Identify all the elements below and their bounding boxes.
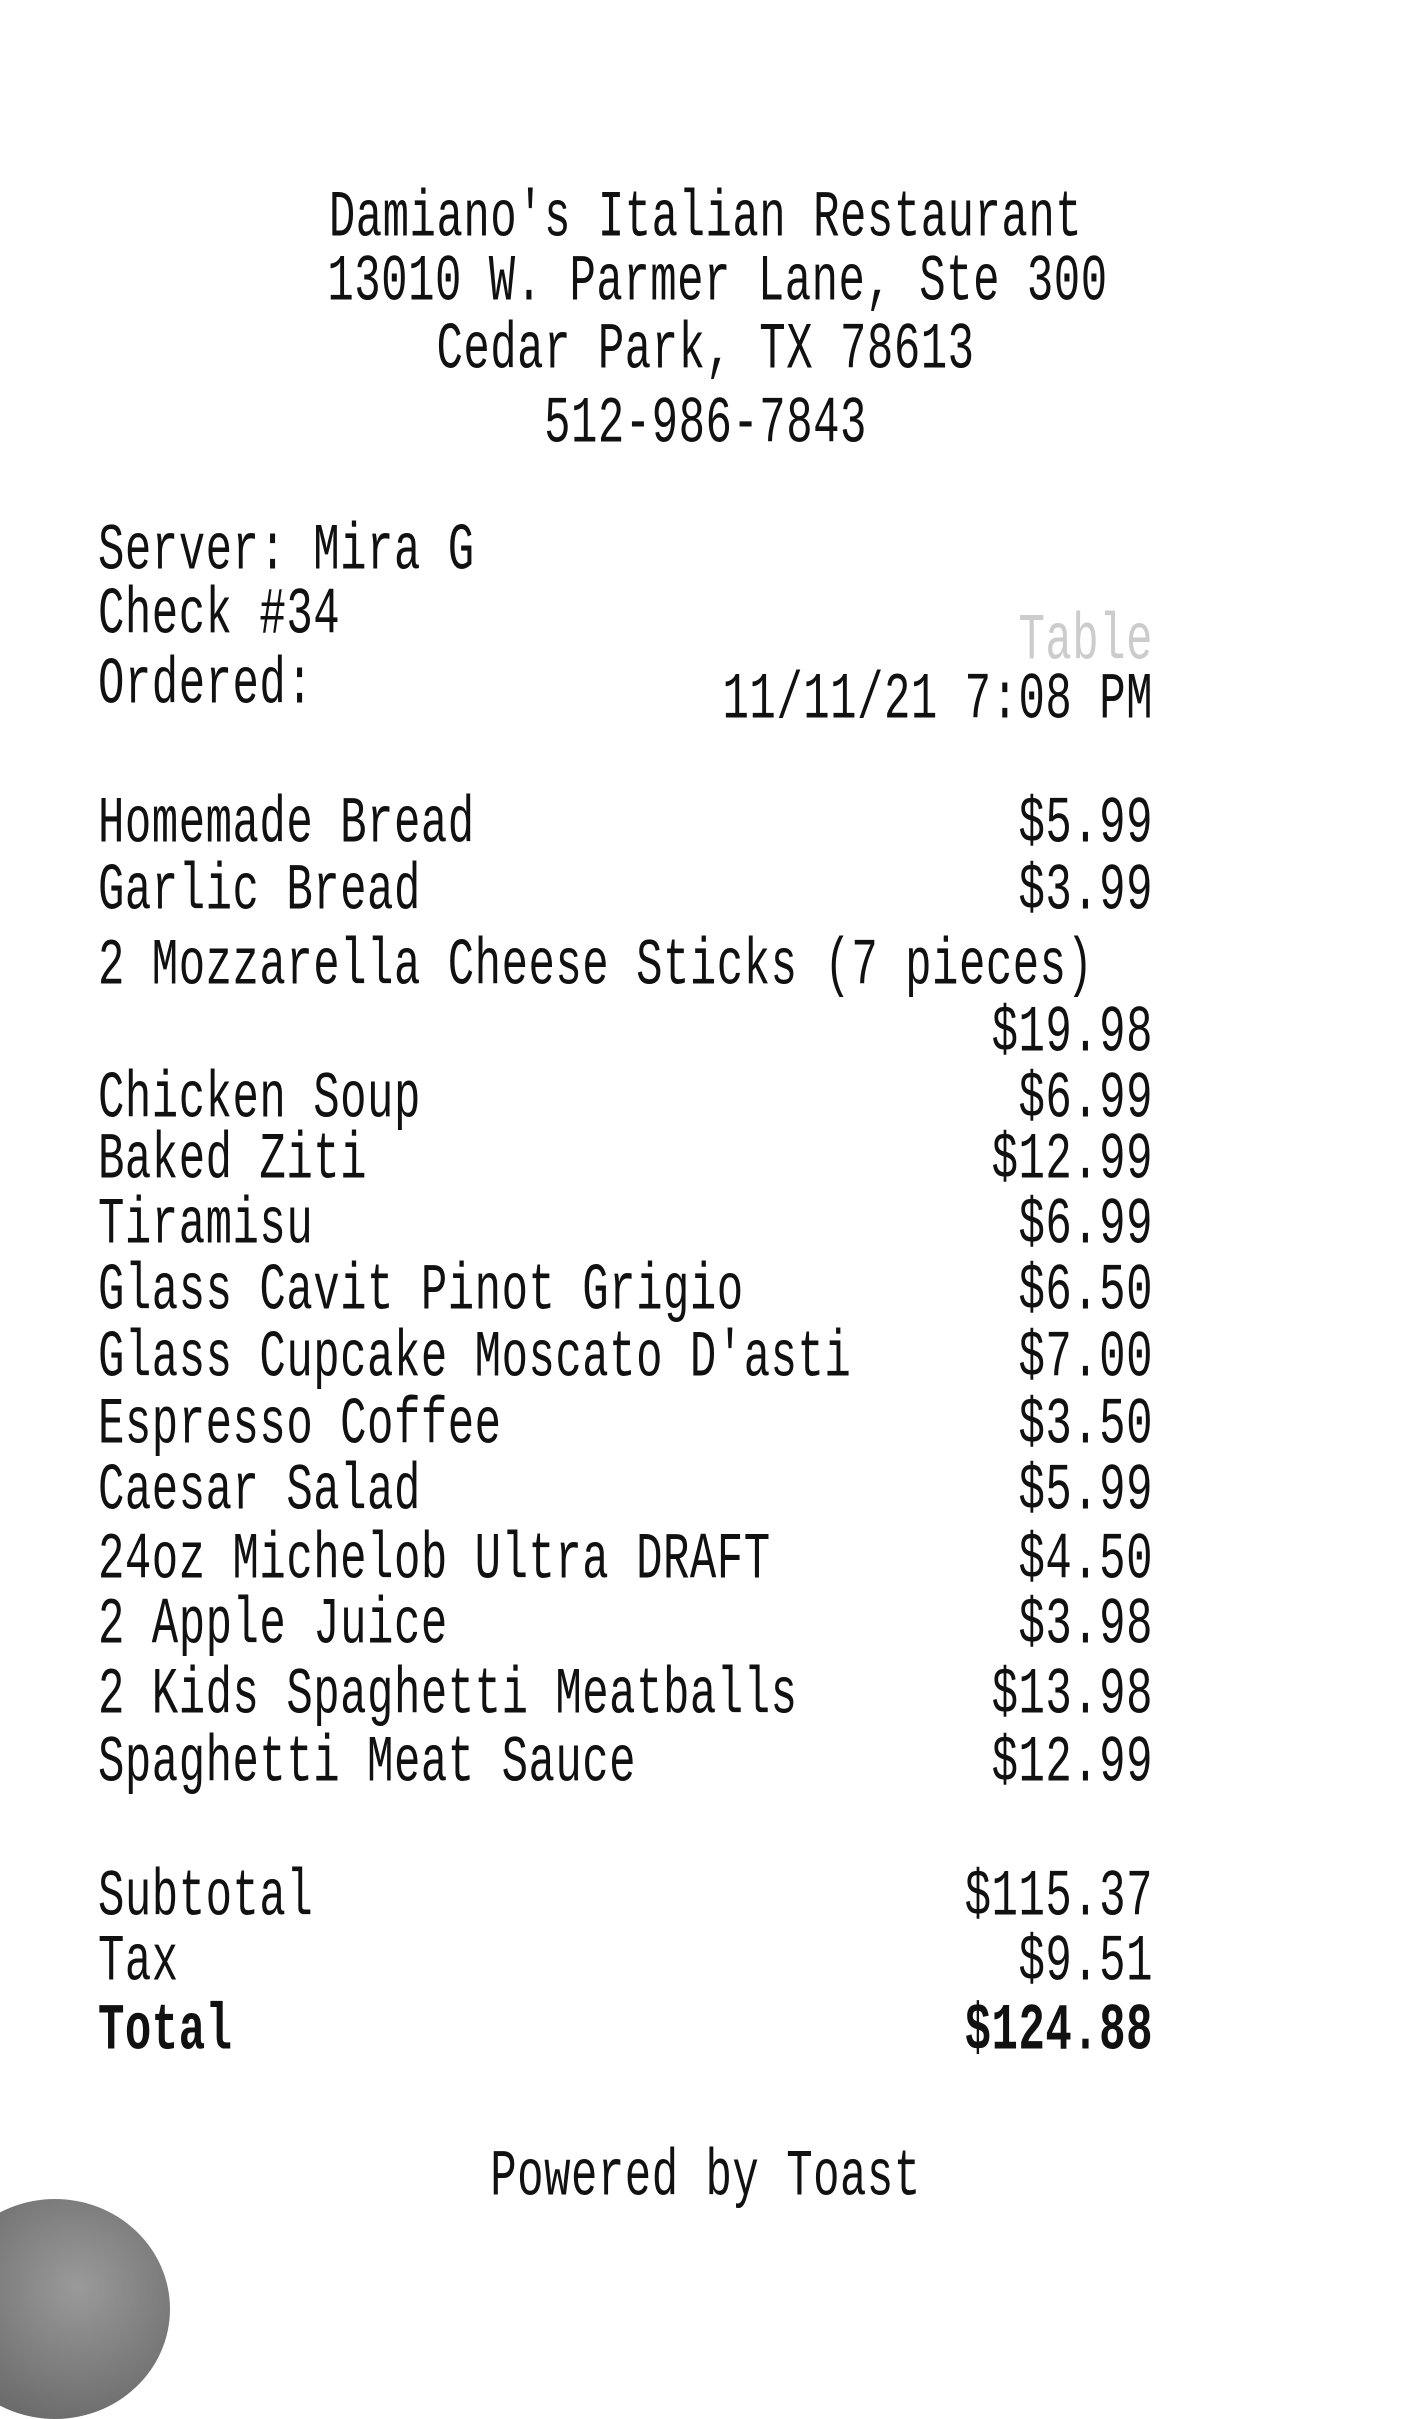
ordered-datetime: 11/11/21 7:08 PM xyxy=(722,663,1153,739)
restaurant-address: 13010 W. Parmer Lane, Ste 300 xyxy=(327,245,1108,321)
item-price: $7.00 xyxy=(1018,1321,1153,1397)
item-name: Tiramisu xyxy=(98,1188,314,1264)
item-name: Baked Ziti xyxy=(98,1123,368,1199)
subtotal-value: $115.37 xyxy=(964,1860,1153,1936)
item-name: 2 Mozzarella Cheese Sticks (7 pieces) xyxy=(98,929,1094,1005)
item-price: $6.50 xyxy=(1018,1254,1153,1330)
background-shadow xyxy=(0,2199,170,2419)
item-price: $12.99 xyxy=(991,1726,1153,1802)
item-name: 2 Kids Spaghetti Meatballs xyxy=(98,1658,798,1734)
item-name: Garlic Bread xyxy=(98,854,421,930)
item-name: Glass Cupcake Moscato D'asti xyxy=(98,1321,852,1397)
total-value: $124.88 xyxy=(964,1994,1153,2070)
item-price: $5.99 xyxy=(1018,787,1153,863)
item-price: $13.98 xyxy=(991,1658,1153,1734)
tax-label: Tax xyxy=(98,1925,179,2001)
item-price: $19.98 xyxy=(991,996,1153,1072)
item-price: $3.99 xyxy=(1018,854,1153,930)
item-name: Caesar Salad xyxy=(98,1454,421,1530)
ordered-label: Ordered: xyxy=(98,648,314,724)
item-price: $6.99 xyxy=(1018,1188,1153,1264)
subtotal-label: Subtotal xyxy=(98,1860,314,1936)
restaurant-phone: 512-986-7843 xyxy=(544,387,867,463)
item-price: $4.50 xyxy=(1018,1523,1153,1599)
restaurant-city: Cedar Park, TX 78613 xyxy=(436,313,975,389)
item-price: $5.99 xyxy=(1018,1454,1153,1530)
item-name: Glass Cavit Pinot Grigio xyxy=(98,1254,744,1330)
item-name: 24oz Michelob Ultra DRAFT xyxy=(98,1523,771,1599)
check-number: Check #34 xyxy=(98,578,341,654)
item-name: 2 Apple Juice xyxy=(98,1588,448,1664)
item-price: $12.99 xyxy=(991,1123,1153,1199)
item-name: Spaghetti Meat Sauce xyxy=(98,1726,637,1802)
server: Server: Mira G xyxy=(98,514,475,590)
item-name: Espresso Coffee xyxy=(98,1388,502,1464)
restaurant-name: Damiano's Italian Restaurant xyxy=(328,181,1083,257)
tax-value: $9.51 xyxy=(1018,1925,1153,2001)
item-price: $3.50 xyxy=(1018,1388,1153,1464)
item-name: Homemade Bread xyxy=(98,787,475,863)
total-label: Total xyxy=(98,1994,233,2070)
item-price: $3.98 xyxy=(1018,1588,1153,1664)
powered-by-footer: Powered by Toast xyxy=(490,2140,921,2216)
